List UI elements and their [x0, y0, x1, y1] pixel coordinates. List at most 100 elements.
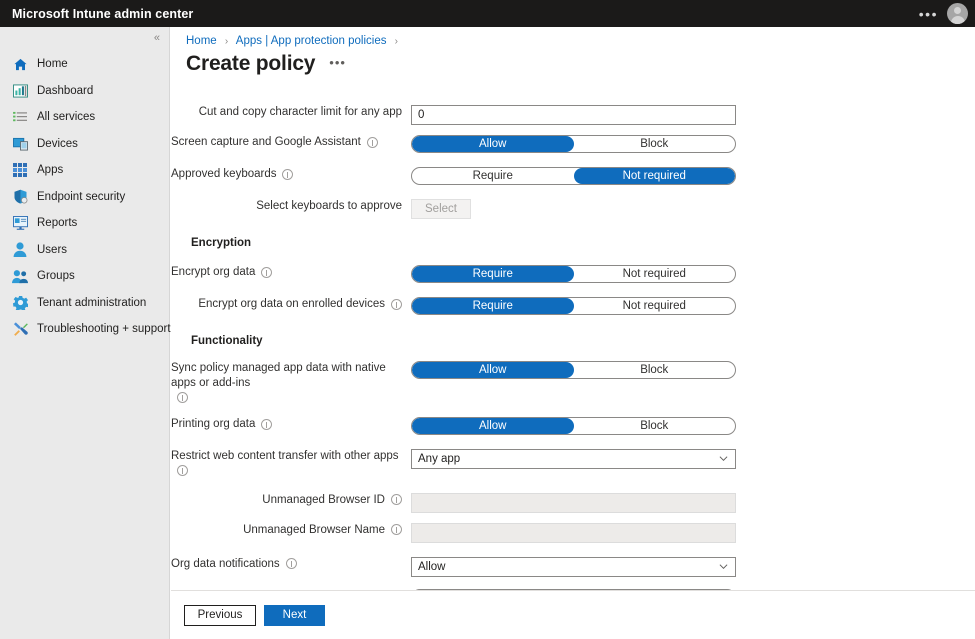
sidebar-item-reports[interactable]: Reports	[0, 210, 169, 237]
encrypt-enrolled-label: Encrypt org data on enrolled devices	[198, 297, 385, 312]
breadcrumb-separator-icon: ›	[395, 36, 398, 47]
sidebar-item-apps[interactable]: Apps	[0, 157, 169, 184]
sidebar-item-groups[interactable]: Groups	[0, 263, 169, 290]
sync-policy-toggle[interactable]: Allow Block	[411, 361, 736, 379]
encrypt-enrolled-option-require[interactable]: Require	[412, 298, 574, 314]
collapse-sidebar-icon[interactable]: «	[154, 33, 160, 44]
restrict-web-content-control: Any app	[411, 449, 975, 469]
sidebar-item-label: Endpoint security	[37, 191, 125, 203]
app-top-bar: Microsoft Intune admin center •••	[0, 0, 975, 27]
cut-copy-limit-control	[411, 105, 975, 125]
info-icon[interactable]	[391, 494, 402, 505]
dashboard-icon	[12, 83, 28, 99]
printing-org-data-toggle[interactable]: Allow Block	[411, 417, 736, 435]
encrypt-enrolled-toggle[interactable]: Require Not required	[411, 297, 736, 315]
sidebar-item-dashboard[interactable]: Dashboard	[0, 78, 169, 105]
breadcrumb-apps[interactable]: Apps | App protection policies	[236, 35, 387, 47]
encrypt-org-data-toggle[interactable]: Require Not required	[411, 265, 736, 283]
all-services-icon	[12, 109, 28, 125]
info-icon[interactable]	[261, 419, 272, 430]
info-icon[interactable]	[391, 524, 402, 535]
printing-org-data-label: Printing org data	[171, 417, 255, 432]
more-actions-icon[interactable]: •••	[910, 9, 947, 19]
unmanaged-browser-name-control	[411, 523, 975, 543]
approved-keyboards-option-require[interactable]: Require	[412, 168, 574, 184]
info-icon[interactable]	[391, 299, 402, 310]
sidebar-item-endpoint-security[interactable]: Endpoint security	[0, 184, 169, 211]
screen-capture-option-allow[interactable]: Allow	[412, 136, 574, 152]
printing-org-data-label-wrap: Printing org data	[171, 417, 411, 432]
functionality-section-heading: Functionality	[171, 335, 975, 347]
encrypt-org-data-label: Encrypt org data	[171, 265, 255, 280]
restrict-web-content-label: Restrict web content transfer with other…	[171, 449, 399, 464]
info-icon[interactable]	[282, 169, 293, 180]
screen-capture-option-block[interactable]: Block	[574, 136, 736, 152]
form-row-encrypt-enrolled-devices: Encrypt org data on enrolled devices Req…	[171, 297, 975, 317]
form-row-screen-capture: Screen capture and Google Assistant Allo…	[171, 135, 975, 155]
info-icon[interactable]	[177, 465, 188, 476]
select-keyboards-button[interactable]: Select	[411, 199, 471, 219]
encrypt-enrolled-label-wrap: Encrypt org data on enrolled devices	[171, 297, 411, 312]
restrict-web-content-dropdown[interactable]: Any app	[411, 449, 736, 469]
select-keyboards-label: Select keyboards to approve	[256, 199, 402, 214]
form-row-cut-copy-limit: Cut and copy character limit for any app	[171, 105, 975, 125]
chevron-down-icon	[719, 562, 728, 571]
printing-org-data-option-allow[interactable]: Allow	[412, 418, 574, 434]
sync-policy-control: Allow Block	[411, 361, 975, 379]
app-title: Microsoft Intune admin center	[12, 7, 193, 21]
encrypt-enrolled-option-not-required[interactable]: Not required	[574, 298, 736, 314]
form-row-approved-keyboards: Approved keyboards Require Not required	[171, 167, 975, 187]
unmanaged-browser-id-label-wrap: Unmanaged Browser ID	[171, 493, 411, 508]
sidebar-item-all-services[interactable]: All services	[0, 104, 169, 131]
sidebar-item-label: Tenant administration	[37, 297, 146, 309]
tenant-admin-icon	[12, 295, 28, 311]
unmanaged-browser-name-label-wrap: Unmanaged Browser Name	[171, 523, 411, 538]
sidebar-nav: Home Dashboard All services Devices	[0, 51, 169, 343]
sync-policy-label-wrap: Sync policy managed app data with native…	[171, 361, 411, 401]
avatar[interactable]	[947, 3, 968, 24]
breadcrumb-home[interactable]: Home	[186, 35, 217, 47]
page-more-actions-icon[interactable]: •••	[329, 59, 346, 67]
top-bar-actions: •••	[910, 0, 975, 27]
main-content: Home › Apps | App protection policies › …	[171, 27, 975, 639]
unmanaged-browser-name-input[interactable]	[411, 523, 736, 543]
sidebar-item-label: Apps	[37, 164, 63, 176]
encrypt-org-data-option-require[interactable]: Require	[412, 266, 574, 282]
sidebar-item-troubleshooting-support[interactable]: Troubleshooting + support	[0, 316, 169, 343]
approved-keyboards-label: Approved keyboards	[171, 167, 276, 182]
info-icon[interactable]	[286, 558, 297, 569]
sidebar-item-label: All services	[37, 111, 95, 123]
info-icon[interactable]	[261, 267, 272, 278]
unmanaged-browser-id-input[interactable]	[411, 493, 736, 513]
chevron-down-icon	[719, 454, 728, 463]
form-row-org-data-notifications: Org data notifications Allow	[171, 557, 975, 577]
screen-capture-label-wrap: Screen capture and Google Assistant	[171, 135, 411, 150]
next-button[interactable]: Next	[264, 605, 325, 626]
org-data-notifications-label: Org data notifications	[171, 557, 280, 572]
sync-policy-option-allow[interactable]: Allow	[412, 362, 574, 378]
info-icon[interactable]	[177, 392, 188, 403]
sidebar-item-home[interactable]: Home	[0, 51, 169, 78]
screen-capture-toggle[interactable]: Allow Block	[411, 135, 736, 153]
encrypt-org-data-option-not-required[interactable]: Not required	[574, 266, 736, 282]
info-icon[interactable]	[367, 137, 378, 148]
sidebar-item-devices[interactable]: Devices	[0, 131, 169, 158]
sync-policy-option-block[interactable]: Block	[574, 362, 736, 378]
form-row-unmanaged-browser-id: Unmanaged Browser ID	[171, 493, 975, 513]
sidebar-item-tenant-administration[interactable]: Tenant administration	[0, 290, 169, 317]
unmanaged-browser-id-label: Unmanaged Browser ID	[262, 493, 385, 508]
printing-org-data-option-block[interactable]: Block	[574, 418, 736, 434]
sidebar-item-users[interactable]: Users	[0, 237, 169, 264]
approved-keyboards-option-not-required[interactable]: Not required	[574, 168, 736, 184]
cut-copy-limit-input[interactable]	[411, 105, 736, 125]
approved-keyboards-toggle[interactable]: Require Not required	[411, 167, 736, 185]
form-row-printing-org-data: Printing org data Allow Block	[171, 417, 975, 437]
org-data-notifications-dropdown[interactable]: Allow	[411, 557, 736, 577]
previous-button[interactable]: Previous	[184, 605, 256, 626]
approved-keyboards-label-wrap: Approved keyboards	[171, 167, 411, 182]
encrypt-org-data-control: Require Not required	[411, 265, 975, 283]
user-icon	[12, 242, 28, 258]
form-row-sync-policy: Sync policy managed app data with native…	[171, 361, 975, 401]
unmanaged-browser-id-control	[411, 493, 975, 513]
sidebar-item-label: Troubleshooting + support	[37, 323, 171, 335]
